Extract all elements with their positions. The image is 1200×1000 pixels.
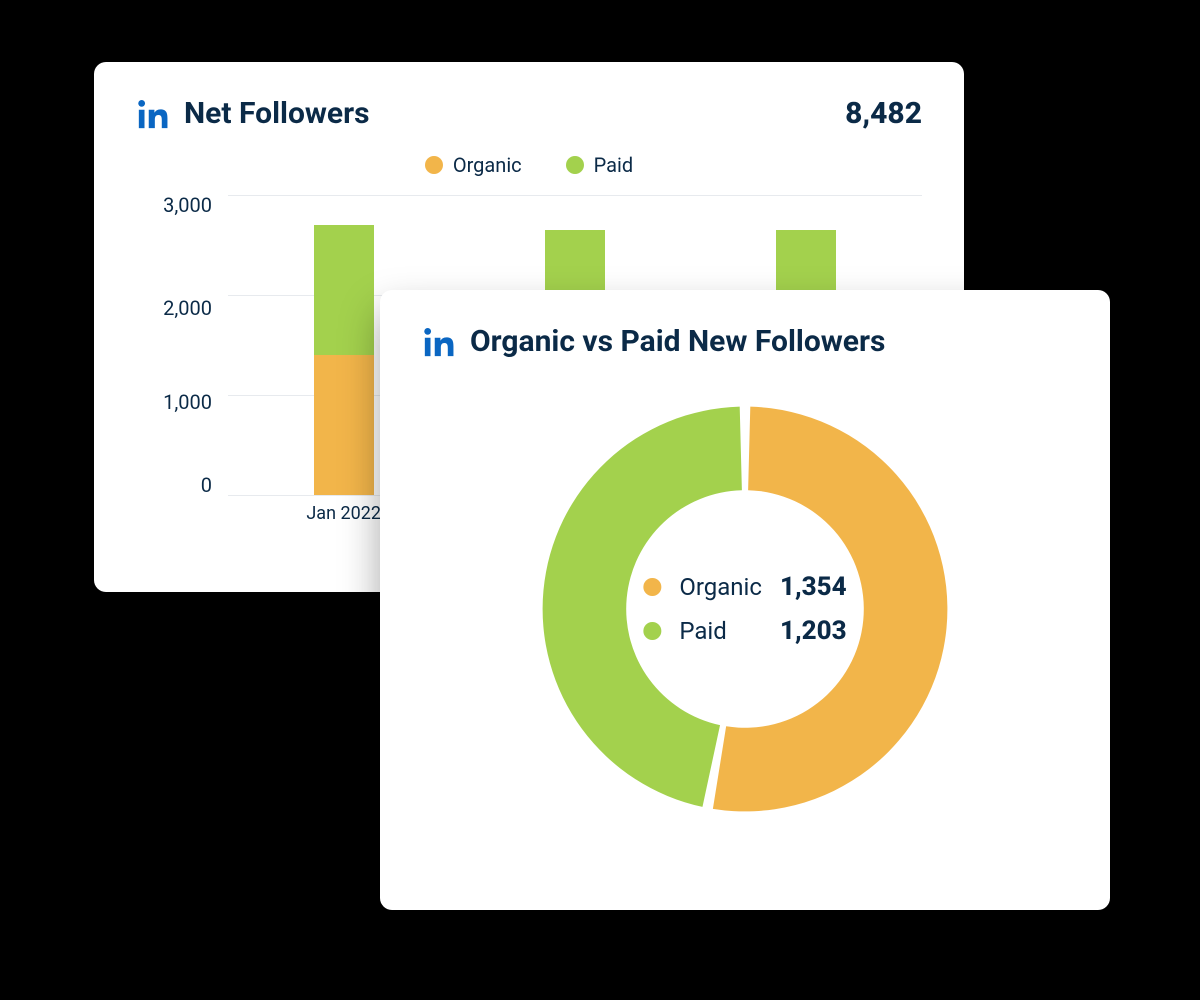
legend-label-paid: Paid [594, 153, 634, 177]
card-header: Net Followers 8,482 [136, 96, 922, 131]
bar-segment-organic [314, 355, 374, 495]
x-tick: Jan 2022 [294, 503, 394, 535]
legend-label-organic: Organic [679, 573, 762, 601]
card-header: Organic vs Paid New Followers [422, 324, 1068, 359]
donut-legend: Organic 1,354 Paid 1,203 [643, 572, 846, 646]
legend-value-organic: 1,354 [780, 572, 847, 602]
legend-item-paid: Paid [566, 153, 634, 177]
y-tick: 1,000 [136, 392, 212, 412]
organic-vs-paid-card: Organic vs Paid New Followers Organic 1,… [380, 290, 1110, 910]
legend-swatch-organic [643, 578, 661, 596]
bar-legend: Organic Paid [136, 153, 922, 177]
y-tick: 2,000 [136, 298, 212, 318]
card-title: Organic vs Paid New Followers [470, 324, 885, 359]
y-tick: 3,000 [136, 195, 212, 215]
legend-label-paid: Paid [679, 617, 762, 645]
bar-segment-paid [314, 225, 374, 355]
legend-label-organic: Organic [453, 153, 522, 177]
net-followers-total: 8,482 [845, 96, 922, 131]
card-title: Net Followers [184, 96, 370, 131]
legend-swatch-paid [643, 622, 661, 640]
legend-item-organic: Organic [425, 153, 522, 177]
legend-value-paid: 1,203 [780, 616, 847, 646]
linkedin-icon [136, 97, 170, 131]
legend-swatch-organic [425, 156, 443, 174]
legend-swatch-paid [566, 156, 584, 174]
y-tick: 0 [136, 475, 212, 495]
linkedin-icon [422, 325, 456, 359]
donut-chart: Organic 1,354 Paid 1,203 [525, 389, 965, 829]
bar-column [314, 195, 374, 495]
y-axis: 3,000 2,000 1,000 0 [136, 195, 212, 495]
